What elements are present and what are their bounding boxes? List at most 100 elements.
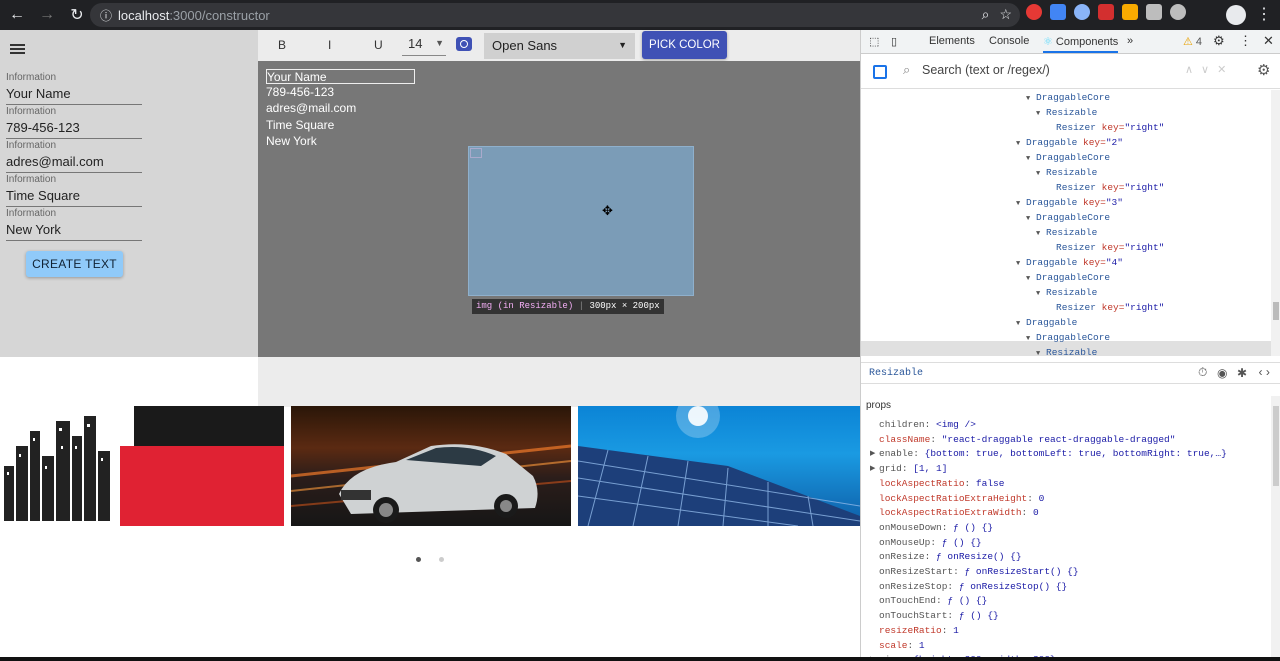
expand-triangle-icon[interactable]: ▼ <box>1016 317 1026 332</box>
expand-triangle-icon[interactable]: ▼ <box>1026 152 1036 167</box>
stopwatch-icon[interactable]: ⏱ <box>1198 366 1207 380</box>
address-bar[interactable]: ⓘ localhost:3000/constructor ⌕ ☆ <box>90 3 1020 27</box>
device-toggle-icon[interactable]: ▯ <box>891 35 897 48</box>
name-field[interactable]: Information Your Name <box>6 72 142 105</box>
select-component-icon[interactable] <box>873 65 887 79</box>
carousel-dot-active[interactable] <box>416 557 421 562</box>
tree-node[interactable]: ▼ Draggable key="3" <box>1016 195 1123 210</box>
tree-node[interactable]: ▼ DraggableCore <box>1026 330 1110 345</box>
font-size-select[interactable]: 14 ▼ <box>402 36 446 56</box>
back-icon[interactable]: ← <box>4 2 30 28</box>
prop-row[interactable]: scale: 1 <box>879 639 925 654</box>
bold-button[interactable]: B <box>278 38 286 52</box>
component-tree[interactable]: ▼ DraggableCore ▼ Resizable Resizer key="rig… <box>861 90 1271 356</box>
expand-triangle-icon[interactable]: ▶ <box>870 447 875 462</box>
prop-row[interactable]: onTouchStart: ƒ () {} <box>879 609 999 624</box>
car-slide[interactable] <box>291 406 571 526</box>
props-scrollbar[interactable] <box>1271 396 1280 661</box>
tree-node[interactable]: ▼ Resizable <box>1036 165 1097 180</box>
components-settings-icon[interactable]: ⚙ <box>1257 61 1270 79</box>
tree-node[interactable]: Resizer key="right" <box>1056 240 1164 255</box>
create-text-button[interactable]: CREATE TEXT <box>26 251 123 277</box>
design-canvas[interactable]: Your Name 789-456-123 adres@mail.com Tim… <box>258 61 860 357</box>
expand-triangle-icon[interactable]: ▼ <box>1036 287 1046 302</box>
close-icon[interactable]: ✕ <box>1263 33 1274 49</box>
canvas-text-block[interactable]: Your Name 789-456-123 adres@mail.com Tim… <box>266 69 415 149</box>
prop-row[interactable]: children: <img /> <box>879 418 976 433</box>
prop-row[interactable]: lockAspectRatio: false <box>879 477 1004 492</box>
canvas-text-line[interactable]: New York <box>266 133 415 149</box>
more-tabs-icon[interactable]: » <box>1127 35 1133 47</box>
tree-node[interactable]: ▼ Resizable <box>1036 345 1097 356</box>
tree-node[interactable]: ▼ Resizable <box>1036 285 1097 300</box>
tree-node[interactable]: ▼ Draggable key="2" <box>1016 135 1123 150</box>
hamburger-menu-icon[interactable] <box>10 44 25 54</box>
search-nav-arrows[interactable]: ∧∨✕ <box>1185 63 1234 76</box>
eye-icon[interactable]: ◉ <box>1217 366 1227 381</box>
translate-extension-icon[interactable] <box>1050 4 1066 20</box>
canvas-text-line[interactable]: Your Name <box>266 69 415 84</box>
tab-console[interactable]: Console <box>989 35 1029 47</box>
notification-extension-icon[interactable] <box>1074 4 1090 20</box>
canvas-text-line[interactable]: 789-456-123 <box>266 84 415 100</box>
phone-field[interactable]: Information 789-456-123 <box>6 106 142 139</box>
pick-color-button[interactable]: PICK COLOR <box>642 31 727 59</box>
tree-node[interactable]: ▼ Draggable <box>1016 315 1077 330</box>
tree-node[interactable]: Resizer key="right" <box>1056 180 1164 195</box>
inspect-element-icon[interactable]: ⬚ <box>869 35 879 48</box>
prop-row[interactable]: onResizeStart: ƒ onResizeStart() {} <box>879 565 1079 580</box>
expand-triangle-icon[interactable]: ▶ <box>870 462 875 477</box>
settings-gear-icon[interactable]: ⚙ <box>1213 33 1225 49</box>
tree-node[interactable]: ▼ DraggableCore <box>1026 270 1110 285</box>
warning-badge[interactable]: ⚠ 4 <box>1183 35 1202 48</box>
email-field[interactable]: Information adres@mail.com <box>6 140 142 173</box>
prop-row[interactable]: ▶ enable: {bottom: true, bottomLeft: true… <box>870 447 1227 462</box>
prop-row[interactable]: lockAspectRatioExtraHeight: 0 <box>879 492 1044 507</box>
devtools-menu-icon[interactable]: ⋮ <box>1239 33 1252 49</box>
prop-row[interactable]: ▶ grid: [1, 1] <box>870 462 947 477</box>
expand-triangle-icon[interactable]: ▼ <box>1026 92 1036 107</box>
forward-icon[interactable]: → <box>34 2 60 28</box>
expand-triangle-icon[interactable]: ▼ <box>1026 212 1036 227</box>
tree-node[interactable]: Resizer key="right" <box>1056 120 1164 135</box>
tree-scrollbar[interactable] <box>1271 90 1280 356</box>
extension-red-icon[interactable] <box>1026 4 1042 20</box>
extension-red-square-icon[interactable] <box>1098 4 1114 20</box>
tree-node[interactable]: ▼ Resizable <box>1036 225 1097 240</box>
source-code-icon[interactable]: ‹› <box>1257 366 1271 380</box>
pen-extension-icon[interactable] <box>1122 4 1138 20</box>
expand-triangle-icon[interactable]: ▼ <box>1026 332 1036 347</box>
underline-button[interactable]: U <box>374 38 383 52</box>
tree-node[interactable]: ▼ Resizable <box>1036 105 1097 120</box>
browser-menu-icon[interactable]: ⋮ <box>1256 4 1272 24</box>
tab-components[interactable]: ⚛ Components <box>1043 35 1119 53</box>
canvas-text-line[interactable]: Time Square <box>266 117 415 133</box>
tree-node[interactable]: Resizer key="right" <box>1056 300 1164 315</box>
zoom-icon[interactable]: ⌕ <box>982 6 990 23</box>
reload-icon[interactable]: ↻ <box>64 2 90 28</box>
prop-row[interactable]: className: "react-draggable react-dragga… <box>879 433 1175 448</box>
site-info-icon[interactable]: ⓘ <box>100 7 118 24</box>
camera-icon[interactable] <box>456 37 472 51</box>
tree-node[interactable]: ▼ DraggableCore <box>1026 150 1110 165</box>
prop-row[interactable]: onTouchEnd: ƒ () {} <box>879 594 987 609</box>
scrollbar-thumb[interactable] <box>1273 302 1279 320</box>
tree-node[interactable]: ▼ DraggableCore <box>1026 90 1110 105</box>
prop-row[interactable]: onResize: ƒ onResize() {} <box>879 550 1022 565</box>
expand-triangle-icon[interactable]: ▼ <box>1036 167 1046 182</box>
bookmark-star-icon[interactable]: ☆ <box>999 6 1012 23</box>
prop-row[interactable]: resizeRatio: 1 <box>879 624 959 639</box>
expand-triangle-icon[interactable]: ▼ <box>1036 107 1046 122</box>
canvas-text-line[interactable]: adres@mail.com <box>266 100 415 116</box>
expand-triangle-icon[interactable]: ▼ <box>1016 137 1026 152</box>
carousel-dot[interactable] <box>439 557 444 562</box>
street-field[interactable]: Information Time Square <box>6 174 142 207</box>
italic-button[interactable]: I <box>328 38 331 52</box>
suitcase-extension-icon[interactable] <box>1146 4 1162 20</box>
expand-triangle-icon[interactable]: ▼ <box>1036 227 1046 242</box>
expand-triangle-icon[interactable]: ▼ <box>1036 347 1046 356</box>
scrollbar-thumb[interactable] <box>1273 406 1279 486</box>
image-carousel[interactable] <box>0 406 860 526</box>
prop-row[interactable]: onMouseUp: ƒ () {} <box>879 536 982 551</box>
search-input[interactable]: Search (text or /regex/) <box>922 63 1050 77</box>
